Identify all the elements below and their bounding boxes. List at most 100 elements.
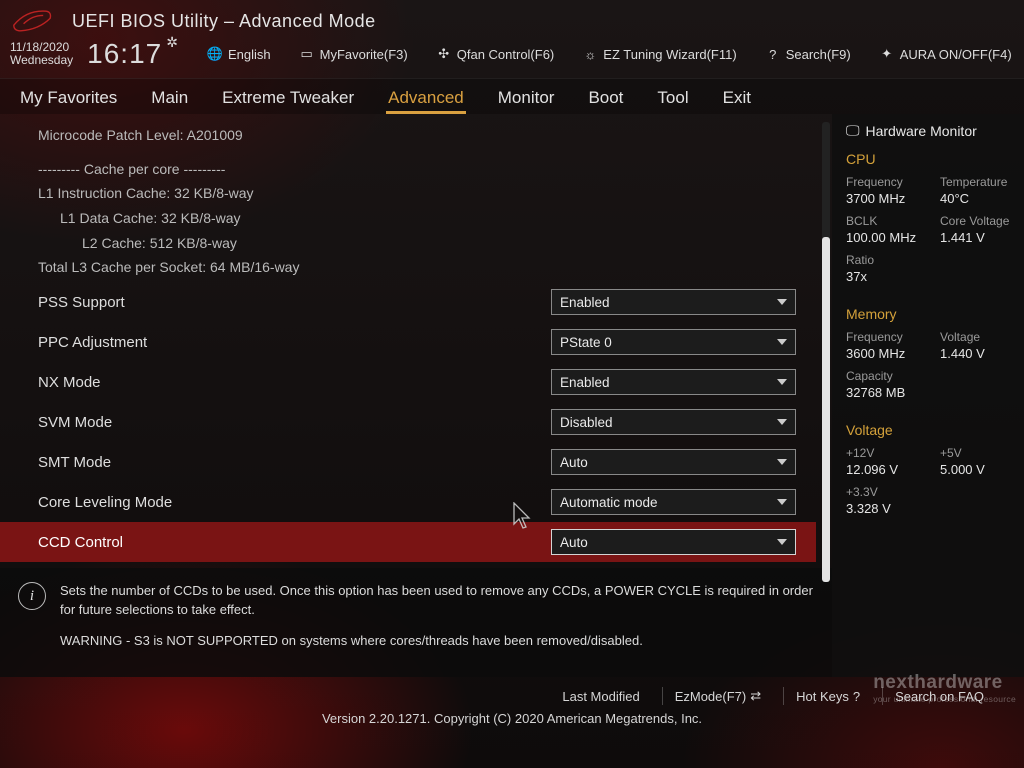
option-label: SVM Mode (38, 414, 551, 431)
hardware-monitor-sidebar: 🖵 Hardware Monitor CPU Frequency3700 MHz… (832, 114, 1024, 677)
date-block: 11/18/2020 Wednesday (10, 41, 73, 66)
search-button[interactable]: ? Search(F9) (765, 46, 851, 62)
chevron-down-icon (777, 459, 787, 465)
title-bar: UEFI BIOS Utility – Advanced Mode (0, 0, 1024, 38)
scrollbar[interactable] (822, 122, 830, 582)
option-ppc[interactable]: PPC Adjustment PState 0 (38, 322, 812, 362)
monitor-icon: 🖵 (846, 122, 860, 139)
volt-row-2: +3.3V3.328 V (846, 485, 1012, 516)
dropdown-svm[interactable]: Disabled (551, 409, 796, 435)
version-text: Version 2.20.1271. Copyright (C) 2020 Am… (322, 711, 702, 732)
chevron-down-icon (777, 299, 787, 305)
cpu-row-1: Frequency3700 MHz Temperature40°C (846, 175, 1012, 206)
chevron-down-icon (777, 339, 787, 345)
search-label: Search(F9) (786, 47, 851, 62)
switch-icon: ⇄ (750, 688, 761, 704)
p5-value: 5.000 V (940, 462, 1012, 477)
content-area: Microcode Patch Level: A201009 ---------… (0, 114, 1024, 677)
cv-label: Core Voltage (940, 214, 1012, 228)
dropdown-value: Auto (560, 455, 588, 470)
time-text: 16:17 (87, 38, 162, 70)
weekday-text: Wednesday (10, 54, 73, 67)
language-label: English (228, 47, 271, 62)
tab-bar: My Favorites Main Extreme Tweaker Advanc… (0, 78, 1024, 114)
l3-info: Total L3 Cache per Socket: 64 MB/16-way (38, 257, 812, 279)
dropdown-value: Enabled (560, 375, 610, 390)
dropdown-value: Disabled (560, 415, 613, 430)
main-panel: Microcode Patch Level: A201009 ---------… (0, 114, 832, 677)
watermark-main: nexthardware (873, 672, 1003, 693)
dropdown-ppc[interactable]: PState 0 (551, 329, 796, 355)
aura-button[interactable]: ✦ AURA ON/OFF(F4) (879, 46, 1012, 62)
option-nx[interactable]: NX Mode Enabled (38, 362, 812, 402)
mem-row-2: Capacity32768 MB (846, 369, 1012, 400)
option-pss[interactable]: PSS Support Enabled (38, 282, 812, 322)
qfan-button[interactable]: ✣ Qfan Control(F6) (436, 46, 555, 62)
favorite-label: MyFavorite(F3) (320, 47, 408, 62)
tab-tool[interactable]: Tool (655, 84, 690, 114)
tab-tweaker[interactable]: Extreme Tweaker (220, 84, 356, 114)
fan-icon: ✣ (436, 46, 452, 62)
footer: Last Modified EzMode(F7)⇄ Hot Keys ? Sea… (0, 677, 1024, 732)
tab-monitor[interactable]: Monitor (496, 84, 557, 114)
p33-label: +3.3V (846, 485, 918, 499)
hotkeys-button[interactable]: Hot Keys ? (783, 687, 872, 705)
microcode-info: Microcode Patch Level: A201009 (38, 125, 812, 147)
watermark-sub: your ultimate professional resource (873, 694, 1016, 704)
footer-buttons: Last Modified EzMode(F7)⇄ Hot Keys ? Sea… (0, 681, 1024, 711)
tab-boot[interactable]: Boot (586, 84, 625, 114)
help-body: Sets the number of CCDs to be used. Once… (60, 582, 814, 620)
dropdown-pss[interactable]: Enabled (551, 289, 796, 315)
cpu-row-2: BCLK100.00 MHz Core Voltage1.441 V (846, 214, 1012, 245)
scrollbar-thumb[interactable] (822, 237, 830, 582)
eztune-label: EZ Tuning Wizard(F11) (603, 47, 736, 62)
chevron-down-icon (777, 379, 787, 385)
info-icon: i (18, 582, 46, 610)
cache-header: --------- Cache per core --------- (38, 159, 812, 181)
chevron-down-icon (777, 499, 787, 505)
aura-label: AURA ON/OFF(F4) (900, 47, 1012, 62)
option-ccd-control[interactable]: CCD Control Auto (0, 522, 816, 562)
freq-value: 3700 MHz (846, 191, 918, 206)
search-icon: ? (765, 46, 781, 62)
help-icon: ? (853, 689, 860, 704)
dropdown-smt[interactable]: Auto (551, 449, 796, 475)
freq-label: Frequency (846, 175, 918, 189)
clock: 16:17 ✲ (87, 38, 179, 70)
qfan-label: Qfan Control(F6) (457, 47, 555, 62)
ezmode-label: EzMode(F7) (675, 689, 747, 704)
bclk-value: 100.00 MHz (846, 230, 918, 245)
clock-settings-icon[interactable]: ✲ (166, 34, 179, 51)
ezmode-button[interactable]: EzMode(F7)⇄ (662, 687, 773, 705)
tab-exit[interactable]: Exit (721, 84, 753, 114)
p5-label: +5V (940, 446, 1012, 460)
language-button[interactable]: 🌐 English (207, 46, 271, 62)
dropdown-value: PState 0 (560, 335, 612, 350)
tab-main[interactable]: Main (149, 84, 190, 114)
tab-advanced[interactable]: Advanced (386, 84, 466, 114)
myfavorite-button[interactable]: ▭ MyFavorite(F3) (299, 46, 408, 62)
last-modified-button[interactable]: Last Modified (550, 687, 651, 705)
mem-cap-label: Capacity (846, 369, 918, 383)
dropdown-value: Automatic mode (560, 495, 658, 510)
p12-value: 12.096 V (846, 462, 918, 477)
option-core-leveling[interactable]: Core Leveling Mode Automatic mode (38, 482, 812, 522)
eztuning-button[interactable]: ☼ EZ Tuning Wizard(F11) (582, 46, 736, 62)
chevron-down-icon (777, 539, 787, 545)
volt-row-1: +12V 12.096 V +5V 5.000 V (846, 446, 1012, 477)
option-svm[interactable]: SVM Mode Disabled (38, 402, 812, 442)
dropdown-ccd-control[interactable]: Auto (551, 529, 796, 555)
dropdown-core-leveling[interactable]: Automatic mode (551, 489, 796, 515)
p12-label: +12V (846, 446, 918, 460)
tab-favorites[interactable]: My Favorites (18, 84, 119, 114)
option-smt[interactable]: SMT Mode Auto (38, 442, 812, 482)
option-label: Core Leveling Mode (38, 494, 551, 511)
aura-icon: ✦ (879, 46, 895, 62)
favorite-icon: ▭ (299, 46, 315, 62)
option-label: PPC Adjustment (38, 334, 551, 351)
bclk-label: BCLK (846, 214, 918, 228)
l2-info: L2 Cache: 512 KB/8-way (38, 233, 812, 255)
l1i-info: L1 Instruction Cache: 32 KB/8-way (38, 183, 812, 205)
dropdown-nx[interactable]: Enabled (551, 369, 796, 395)
dropdown-value: Enabled (560, 295, 610, 310)
